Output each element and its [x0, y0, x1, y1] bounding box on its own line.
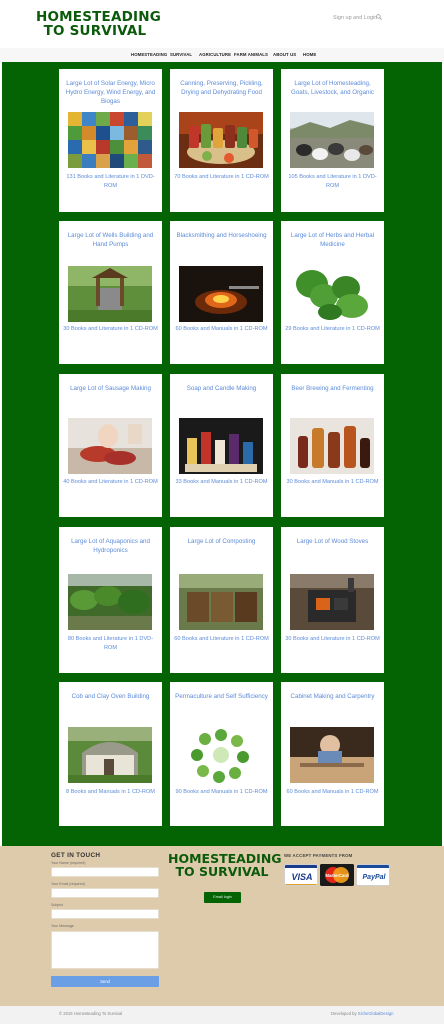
product-title[interactable]: Large Lot of Homesteading, Goats, Livest…	[285, 79, 380, 97]
product-image-goats[interactable]	[290, 112, 374, 168]
nav-item-farm-animals[interactable]: FARM ANIMALS	[234, 52, 268, 57]
product-description[interactable]: 80 Books and Literature in 1 DVD-ROM	[63, 635, 158, 652]
product-image-solar-energy[interactable]	[68, 112, 152, 168]
product-description[interactable]: 30 Books and Manuals in 1 CD-ROM	[285, 478, 380, 487]
product-description[interactable]: 29 Books and Literature in 1 CD-ROM	[285, 325, 380, 334]
message-field[interactable]	[51, 931, 159, 969]
product-description[interactable]: 60 Books and Manuals in 1 CD-ROM	[174, 325, 269, 334]
product-description[interactable]: 105 Books and Literature in 1 DVD-ROM	[285, 173, 380, 190]
product-description[interactable]: 60 Books and Literature in 1 CD-ROM	[174, 635, 269, 644]
product-description[interactable]: 131 Books and Literature in 1 DVD-ROM	[63, 173, 158, 190]
payments-heading: WE ACCEPT PAYMENTS FROM	[284, 853, 353, 858]
svg-text:PayPal: PayPal	[363, 874, 387, 881]
product-card[interactable]: Large Lot of Aquaponics and Hydroponics …	[59, 527, 162, 673]
main-nav: HOMESTEADING SURVIVAL AGRICULTURE FARM A…	[0, 48, 444, 62]
send-button[interactable]: Send	[51, 976, 159, 987]
product-title[interactable]: Cabinet Making and Carpentry	[285, 692, 380, 701]
product-description[interactable]: 60 Books and Manuals in 1 CD-ROM	[285, 788, 380, 797]
product-card[interactable]: Large Lot of Wells Building and Hand Pum…	[59, 221, 162, 364]
product-description[interactable]: 30 Books and Literature in 1 CD-ROM	[285, 635, 380, 644]
product-card[interactable]: Large Lot of Herbs and Herbal Medicine 2…	[281, 221, 384, 364]
product-title[interactable]: Large Lot of Sausage Making	[63, 384, 158, 393]
product-title[interactable]: Large Lot of Aquaponics and Hydroponics	[63, 537, 158, 555]
developer-credit: Developed by XicheGlobalDesign	[331, 1011, 394, 1016]
product-image-canning[interactable]	[179, 112, 263, 168]
footer-logo[interactable]: HOMESTEADING TO SURVIVAL	[168, 852, 282, 878]
product-image-sausage[interactable]	[68, 418, 152, 474]
product-title[interactable]: Large Lot of Composting	[174, 537, 269, 546]
signin-link[interactable]: Sign up and Login	[333, 15, 377, 21]
product-image-carpentry[interactable]	[290, 727, 374, 783]
product-image-aquaponics[interactable]	[68, 574, 152, 630]
nav-item-about-us[interactable]: ABOUT US	[273, 52, 296, 57]
product-title[interactable]: Large Lot of Wells Building and Hand Pum…	[63, 231, 158, 249]
product-card[interactable]: Large Lot of Composting 60 Books and Lit…	[170, 527, 273, 673]
product-image-well[interactable]	[68, 266, 152, 322]
email-label: Your Email (required)	[51, 882, 85, 886]
subject-label: Subject	[51, 903, 63, 907]
svg-text:MasterCard: MasterCard	[325, 873, 348, 878]
developer-link[interactable]: XicheGlobalDesign	[358, 1011, 394, 1016]
product-description[interactable]: 70 Books and Literature in 1 CD-ROM	[174, 173, 269, 182]
product-card[interactable]: Beer Brewing and Fermenting 30 Books and…	[281, 374, 384, 517]
product-image-herbs[interactable]	[290, 266, 374, 322]
product-description[interactable]: 40 Books and Literature in 1 CD-ROM	[63, 478, 158, 487]
product-title[interactable]: Soap and Candle Making	[174, 384, 269, 393]
nav-item-home[interactable]: HOME	[303, 52, 316, 57]
product-image-blacksmith[interactable]	[179, 266, 263, 322]
product-description[interactable]: 33 Books and Manuals in 1 CD-ROM	[174, 478, 269, 487]
product-image-cob-oven[interactable]	[68, 727, 152, 783]
visa-icon: VISA	[284, 864, 318, 886]
product-card[interactable]: Cabinet Making and Carpentry 60 Books an…	[281, 682, 384, 826]
product-description[interactable]: 90 Books and Manuals in 1 CD-ROM	[174, 788, 269, 797]
product-description[interactable]: 8 Books and Manuals in 1 CD-ROM	[63, 788, 158, 797]
product-card[interactable]: Large Lot of Homesteading, Goats, Livest…	[281, 69, 384, 212]
copyright-text: © 2016 Homesteading To Survival	[59, 1011, 123, 1016]
name-field[interactable]	[51, 867, 159, 877]
product-card[interactable]: Large Lot of Sausage Making 40 Books and…	[59, 374, 162, 517]
product-card[interactable]: Large Lot of Wood Stoves 30 Books and Li…	[281, 527, 384, 673]
product-title[interactable]: Large Lot of Wood Stoves	[285, 537, 380, 546]
product-title[interactable]: Large Lot of Solar Energy, Micro Hydro E…	[63, 79, 158, 106]
email-login-button[interactable]: Email login	[204, 892, 241, 903]
product-image-wood-stove[interactable]	[290, 574, 374, 630]
subject-field[interactable]	[51, 909, 159, 919]
nav-item-agriculture[interactable]: AGRICULTURE	[199, 52, 231, 57]
nav-item-survival[interactable]: SURVIVAL	[170, 52, 192, 57]
contact-heading: GET IN TOUCH	[51, 852, 101, 859]
product-image-beer[interactable]	[290, 418, 374, 474]
product-title[interactable]: Beer Brewing and Fermenting	[285, 384, 380, 393]
nav-item-homesteading[interactable]: HOMESTEADING	[131, 52, 167, 57]
product-title[interactable]: Canning, Preserving, Pickling, Drying an…	[174, 79, 269, 97]
product-card[interactable]: Large Lot of Solar Energy, Micro Hydro E…	[59, 69, 162, 212]
product-image-soap-candles[interactable]	[179, 418, 263, 474]
message-label: Your Message	[51, 924, 74, 928]
mastercard-icon: MasterCard	[320, 864, 354, 886]
product-title[interactable]: Permaculture and Self Sufficiency	[174, 692, 269, 701]
svg-text:VISA: VISA	[291, 872, 312, 882]
product-description[interactable]: 30 Books and Literature in 1 CD-ROM	[63, 325, 158, 334]
search-icon[interactable]	[376, 14, 382, 20]
product-image-composting[interactable]	[179, 574, 263, 630]
email-field[interactable]	[51, 888, 159, 898]
site-header: HOMESTEADING TO SURVIVAL Sign up and Log…	[0, 0, 444, 48]
paypal-icon: PayPal	[356, 864, 390, 886]
product-title[interactable]: Blacksmithing and Horseshoeing	[174, 231, 269, 240]
product-image-permaculture[interactable]	[179, 727, 263, 783]
product-title[interactable]: Large Lot of Herbs and Herbal Medicine	[285, 231, 380, 249]
product-card[interactable]: Blacksmithing and Horseshoeing 60 Books …	[170, 221, 273, 364]
product-title[interactable]: Cob and Clay Oven Building	[63, 692, 158, 701]
product-card[interactable]: Canning, Preserving, Pickling, Drying an…	[170, 69, 273, 212]
product-card[interactable]: Permaculture and Self Sufficiency 90 Boo…	[170, 682, 273, 826]
name-label: Your Name (required)	[51, 861, 86, 865]
product-card[interactable]: Soap and Candle Making 33 Books and Manu…	[170, 374, 273, 517]
site-logo[interactable]: HOMESTEADING TO SURVIVAL	[36, 10, 161, 38]
product-card[interactable]: Cob and Clay Oven Building 8 Books and M…	[59, 682, 162, 826]
